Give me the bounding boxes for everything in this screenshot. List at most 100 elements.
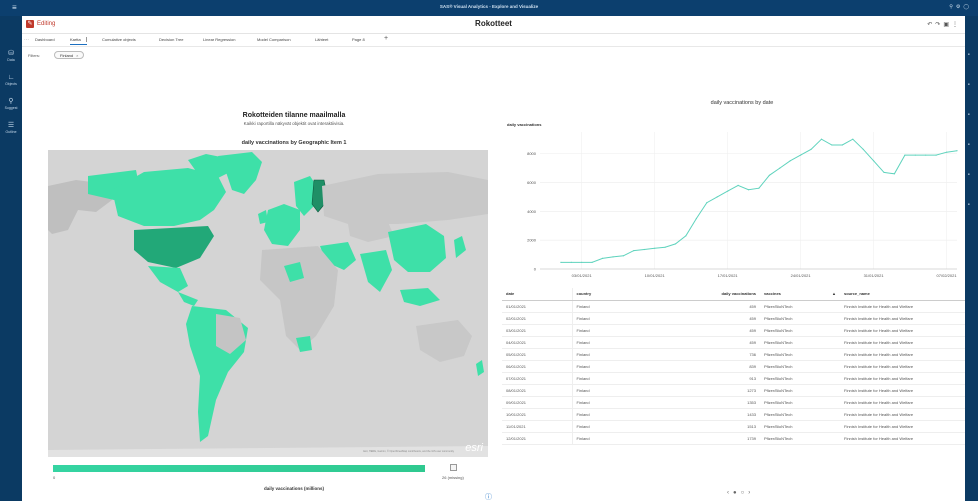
- tab-cumulative-objects[interactable]: Cumulative objects: [102, 37, 136, 42]
- report-header: ✎ Editing Rokotteet ↶↷▣⋮: [22, 16, 965, 34]
- tab-decision-tree[interactable]: Decision Tree: [159, 37, 183, 42]
- table-row[interactable]: 06/01/2021 Finland 839 Pfizer/BioNTech Finni…: [502, 360, 965, 373]
- data-point[interactable]: [852, 138, 854, 140]
- tab-overflow-icon[interactable]: ⋯: [24, 37, 29, 43]
- tab-dashboard[interactable]: Dashboard: [35, 37, 55, 42]
- save-icon[interactable]: ▣: [943, 22, 952, 28]
- data-point[interactable]: [685, 235, 687, 237]
- objects-icon: ∟: [7, 74, 15, 81]
- y-tick-label: 6000: [527, 180, 537, 185]
- right-rail-button[interactable]: ■: [968, 142, 975, 147]
- table-row[interactable]: 01/01/2021 Finland 459 Pfizer/BioNTech Finni…: [502, 300, 965, 313]
- data-point[interactable]: [789, 160, 791, 162]
- table-row[interactable]: 04/01/2021 Finland 459 Pfizer/BioNTech Finni…: [502, 336, 965, 349]
- tab-linear-regression[interactable]: Linear Regression: [203, 37, 235, 42]
- data-point[interactable]: [591, 261, 593, 263]
- data-point[interactable]: [737, 184, 739, 186]
- table-cell: 03/01/2021: [502, 324, 573, 337]
- data-point[interactable]: [935, 154, 937, 156]
- user-icon[interactable]: ◯: [963, 4, 972, 10]
- data-point[interactable]: [820, 138, 823, 140]
- page-dot-active[interactable]: ●: [733, 490, 741, 496]
- table-row[interactable]: 10/01/2021 Finland 1433 Pfizer/BioNTech Finn…: [502, 408, 965, 421]
- data-point[interactable]: [695, 217, 697, 220]
- data-point[interactable]: [643, 248, 645, 251]
- map-canvas[interactable]: [48, 150, 488, 457]
- filter-chip-finland[interactable]: Finland ×: [54, 51, 85, 59]
- data-point[interactable]: [946, 151, 948, 153]
- data-point[interactable]: [612, 256, 614, 258]
- data-point[interactable]: [904, 154, 906, 156]
- left-rail-data[interactable]: ⛁ Data: [0, 50, 22, 62]
- sort-ascending-icon[interactable]: ▲: [832, 291, 836, 296]
- data-point[interactable]: [560, 261, 562, 263]
- table-row[interactable]: 05/01/2021 Finland 736 Pfizer/BioNTech Finni…: [502, 348, 965, 361]
- data-point[interactable]: [706, 202, 708, 204]
- table-cell: Finland: [572, 372, 672, 385]
- data-point[interactable]: [862, 148, 864, 150]
- data-point[interactable]: [956, 150, 958, 152]
- data-point[interactable]: [747, 189, 750, 191]
- right-rail-button[interactable]: ■: [968, 52, 975, 57]
- data-point[interactable]: [727, 190, 729, 192]
- right-rail-button[interactable]: ■: [968, 202, 975, 207]
- data-point[interactable]: [633, 250, 635, 252]
- more-icon[interactable]: ⋮: [952, 22, 961, 28]
- data-point[interactable]: [810, 148, 812, 150]
- right-rail-button[interactable]: ■: [968, 172, 975, 177]
- data-point[interactable]: [664, 246, 666, 248]
- left-rail-objects[interactable]: ∟ Objects: [0, 74, 22, 86]
- table-row[interactable]: 12/01/2021 Finland 1739 Pfizer/BioNTech Finn…: [502, 432, 965, 445]
- data-point[interactable]: [601, 257, 604, 259]
- data-point[interactable]: [841, 144, 843, 146]
- table-row[interactable]: 07/01/2021 Finland 913 Pfizer/BioNTech Finni…: [502, 372, 965, 385]
- data-point[interactable]: [800, 154, 802, 156]
- tab-page-8[interactable]: Page 8: [352, 37, 365, 42]
- left-rail-suggest[interactable]: ⚲ Suggest: [0, 98, 22, 110]
- info-icon[interactable]: ⓘ: [485, 492, 492, 501]
- table-cell: Finland: [572, 312, 672, 325]
- tab-lahteet[interactable]: Lähteet: [315, 37, 328, 42]
- data-point[interactable]: [873, 160, 875, 162]
- data-point[interactable]: [831, 144, 833, 146]
- tab-model-comparison[interactable]: Model Comparison: [257, 37, 291, 42]
- right-rail-button[interactable]: ■: [968, 82, 975, 87]
- data-point[interactable]: [758, 187, 760, 189]
- column-header-source-name[interactable]: source_name: [840, 288, 965, 301]
- search-icon[interactable]: ⚲: [949, 4, 956, 10]
- line-chart[interactable]: 0 2000 4000 6000 8000 03/01/2021 10/01/2021 17/…: [502, 126, 962, 286]
- series-line[interactable]: [560, 138, 958, 263]
- data-point[interactable]: [779, 167, 781, 169]
- next-page-button[interactable]: ›: [748, 490, 754, 496]
- data-point[interactable]: [654, 247, 656, 249]
- table-cell: Pfizer/BioNTech: [760, 348, 840, 361]
- add-page-button[interactable]: +: [384, 35, 388, 42]
- data-point[interactable]: [581, 261, 583, 263]
- data-point[interactable]: [925, 154, 927, 156]
- data-point[interactable]: [914, 154, 916, 156]
- data-point[interactable]: [768, 174, 770, 176]
- column-header-country[interactable]: country: [572, 288, 672, 301]
- data-point[interactable]: [570, 261, 572, 263]
- data-point[interactable]: [716, 196, 718, 198]
- data-table[interactable]: date country daily vaccinations vaccines…: [502, 288, 965, 478]
- tab-menu-icon[interactable]: [85, 37, 87, 43]
- close-icon[interactable]: ×: [76, 53, 78, 58]
- data-point[interactable]: [674, 243, 677, 245]
- world-map[interactable]: Esri, HERE, Garmin, © OpenStreetMap cont…: [48, 150, 488, 457]
- table-row[interactable]: 08/01/2021 Finland 1273 Pfizer/BioNTech Finn…: [502, 384, 965, 397]
- table-row[interactable]: 09/01/2021 Finland 1353 Pfizer/BioNTech Finn…: [502, 396, 965, 409]
- tab-kartta[interactable]: Kartta: [70, 37, 87, 46]
- column-header-date[interactable]: date: [502, 288, 573, 301]
- data-point[interactable]: [622, 255, 624, 257]
- column-header-daily-vaccinations[interactable]: daily vaccinations: [672, 288, 760, 301]
- column-header-vaccines[interactable]: vaccines ▲: [760, 288, 840, 301]
- data-point[interactable]: [883, 171, 885, 173]
- table-row[interactable]: 02/01/2021 Finland 459 Pfizer/BioNTech Finni…: [502, 312, 965, 325]
- right-rail-button[interactable]: ■: [968, 112, 975, 117]
- data-point[interactable]: [893, 173, 895, 175]
- table-row[interactable]: 11/01/2021 Finland 1513 Pfizer/BioNTech Finn…: [502, 420, 965, 433]
- left-rail-outline[interactable]: ☰ Outline: [0, 122, 22, 134]
- table-cell: Finland: [572, 300, 672, 313]
- table-row[interactable]: 03/01/2021 Finland 459 Pfizer/BioNTech Finni…: [502, 324, 965, 337]
